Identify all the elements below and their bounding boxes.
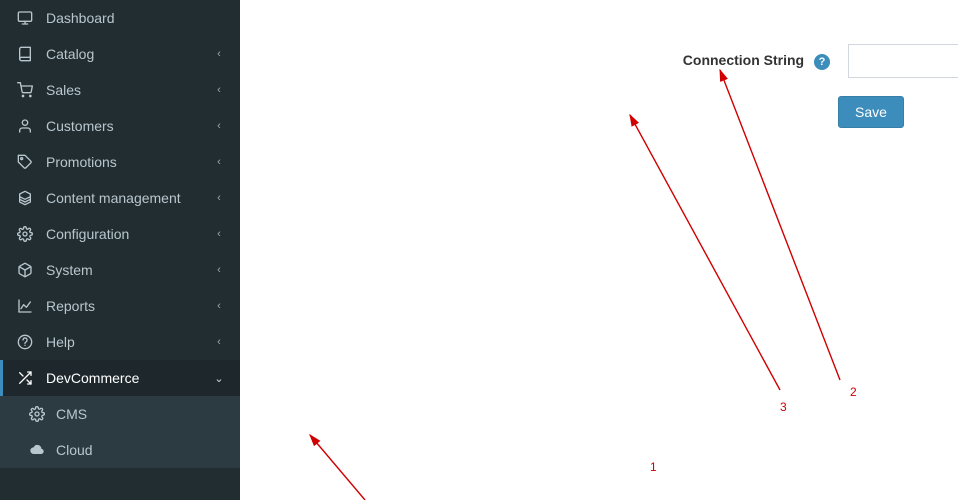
sidebar-item-dashboard[interactable]: Dashboard bbox=[0, 0, 240, 36]
sidebar-item-label: Cloud bbox=[56, 442, 226, 458]
sidebar-item-label: Catalog bbox=[46, 46, 212, 62]
user-icon bbox=[14, 118, 36, 134]
annotation-3: 3 bbox=[780, 400, 787, 414]
sidebar-item-label: Dashboard bbox=[46, 10, 226, 26]
monitor-icon bbox=[14, 10, 36, 26]
chevron-left-icon: ‹ bbox=[212, 228, 226, 240]
save-button[interactable]: Save bbox=[838, 96, 904, 128]
sidebar-item-reports[interactable]: Reports‹ bbox=[0, 288, 240, 324]
sidebar-item-sales[interactable]: Sales‹ bbox=[0, 72, 240, 108]
chevron-left-icon: ‹ bbox=[212, 156, 226, 168]
sidebar-item-system[interactable]: System‹ bbox=[0, 252, 240, 288]
sidebar-item-label: Customers bbox=[46, 118, 212, 134]
tags-icon bbox=[14, 154, 36, 170]
box-icon bbox=[14, 262, 36, 278]
sidebar-subitem-cloud[interactable]: Cloud bbox=[0, 432, 240, 468]
sidebar-subitem-cms[interactable]: CMS bbox=[0, 396, 240, 432]
book-icon bbox=[14, 46, 36, 62]
chevron-left-icon: ‹ bbox=[212, 300, 226, 312]
annotation-2: 2 bbox=[850, 385, 857, 399]
chevron-left-icon: ‹ bbox=[212, 264, 226, 276]
chevron-left-icon: ‹ bbox=[212, 120, 226, 132]
sidebar-item-label: DevCommerce bbox=[46, 370, 212, 386]
main-content: Connection String ? Save 1 2 3 bbox=[240, 0, 958, 500]
chevron-left-icon: ‹ bbox=[212, 84, 226, 96]
chart-icon bbox=[14, 298, 36, 314]
annotation-1: 1 bbox=[650, 460, 657, 474]
chevron-down-icon: ⌄ bbox=[212, 372, 226, 385]
sidebar-item-label: Content management bbox=[46, 190, 212, 206]
help-icon[interactable]: ? bbox=[814, 54, 830, 70]
chevron-left-icon: ‹ bbox=[212, 192, 226, 204]
help-icon bbox=[14, 334, 36, 350]
gear-icon bbox=[14, 226, 36, 242]
sidebar-item-label: Reports bbox=[46, 298, 212, 314]
sidebar-item-label: Configuration bbox=[46, 226, 212, 242]
cart-icon bbox=[14, 82, 36, 98]
sidebar-item-configuration[interactable]: Configuration‹ bbox=[0, 216, 240, 252]
connection-string-label-text: Connection String bbox=[683, 52, 804, 68]
chevron-left-icon: ‹ bbox=[212, 48, 226, 60]
form-actions: Save bbox=[240, 96, 958, 128]
connection-string-label: Connection String ? bbox=[240, 52, 830, 70]
cubes-icon bbox=[14, 190, 36, 206]
sidebar-item-content-management[interactable]: Content management‹ bbox=[0, 180, 240, 216]
gear-icon bbox=[26, 406, 48, 422]
sidebar-item-label: Sales bbox=[46, 82, 212, 98]
chevron-left-icon: ‹ bbox=[212, 336, 226, 348]
sidebar-item-catalog[interactable]: Catalog‹ bbox=[0, 36, 240, 72]
sidebar-item-label: CMS bbox=[56, 406, 226, 422]
sidebar-item-devcommerce[interactable]: DevCommerce⌄ bbox=[0, 360, 240, 396]
connection-string-input[interactable] bbox=[848, 44, 958, 78]
sidebar-item-customers[interactable]: Customers‹ bbox=[0, 108, 240, 144]
connection-string-row: Connection String ? bbox=[240, 44, 958, 78]
shuffle-icon bbox=[14, 370, 36, 386]
cloud-icon bbox=[26, 442, 48, 458]
sidebar: DashboardCatalog‹Sales‹Customers‹Promoti… bbox=[0, 0, 240, 500]
sidebar-item-promotions[interactable]: Promotions‹ bbox=[0, 144, 240, 180]
sidebar-item-label: Help bbox=[46, 334, 212, 350]
sidebar-item-label: Promotions bbox=[46, 154, 212, 170]
sidebar-item-help[interactable]: Help‹ bbox=[0, 324, 240, 360]
sidebar-item-label: System bbox=[46, 262, 212, 278]
